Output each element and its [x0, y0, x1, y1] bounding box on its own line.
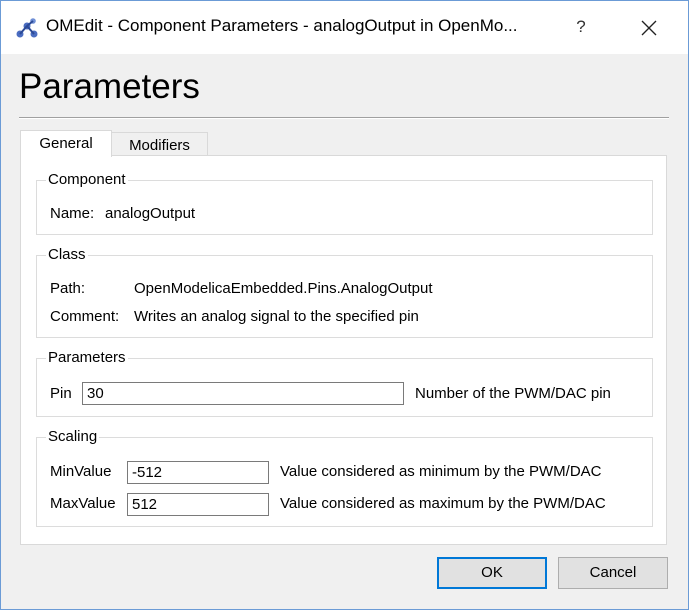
general-tab-pane: Component Name: analogOutput Class Path:… [20, 155, 667, 545]
name-value: analogOutput [105, 205, 196, 222]
maxvalue-label: MaxValue [50, 495, 116, 512]
component-group-title: Component [46, 171, 128, 188]
tab-general[interactable]: General [20, 130, 112, 157]
window-title: OMEdit - Component Parameters - analogOu… [46, 16, 518, 35]
class-group: Class Path: OpenModelicaEmbedded.Pins.An… [36, 246, 653, 338]
comment-label: Comment: [50, 308, 120, 325]
cancel-button[interactable]: Cancel [558, 557, 668, 589]
path-value: OpenModelicaEmbedded.Pins.AnalogOutput [134, 280, 433, 297]
help-button[interactable]: ? [567, 13, 595, 41]
dialog-window: OMEdit - Component Parameters - analogOu… [0, 0, 689, 610]
comment-value: Writes an analog signal to the specified… [134, 308, 419, 325]
maxvalue-description: Value considered as maximum by the PWM/D… [280, 495, 606, 512]
ok-button[interactable]: OK [437, 557, 547, 589]
parameters-group: Parameters Pin 30 Number of the PWM/DAC … [36, 349, 653, 417]
heading-divider [19, 117, 669, 119]
maxvalue-input[interactable]: 512 [127, 493, 269, 516]
minvalue-label: MinValue [50, 463, 112, 480]
name-label: Name: [50, 205, 95, 222]
minvalue-input[interactable]: -512 [127, 461, 269, 484]
scaling-group: Scaling MinValue -512 Value considered a… [36, 428, 653, 527]
scaling-group-title: Scaling [46, 428, 100, 445]
parameters-group-title: Parameters [46, 349, 128, 366]
close-icon[interactable] [634, 13, 664, 43]
path-label: Path: [50, 280, 86, 297]
page-title: Parameters [19, 67, 200, 106]
pin-input[interactable]: 30 [82, 382, 404, 405]
tab-modifiers[interactable]: Modifiers [111, 132, 208, 156]
class-group-title: Class [46, 246, 88, 263]
pin-label: Pin [50, 385, 72, 402]
title-bar: OMEdit - Component Parameters - analogOu… [1, 1, 688, 54]
component-group: Component Name: analogOutput [36, 171, 653, 235]
openmodelica-app-icon [16, 18, 38, 38]
pin-description: Number of the PWM/DAC pin [415, 385, 611, 402]
minvalue-description: Value considered as minimum by the PWM/D… [280, 463, 602, 480]
